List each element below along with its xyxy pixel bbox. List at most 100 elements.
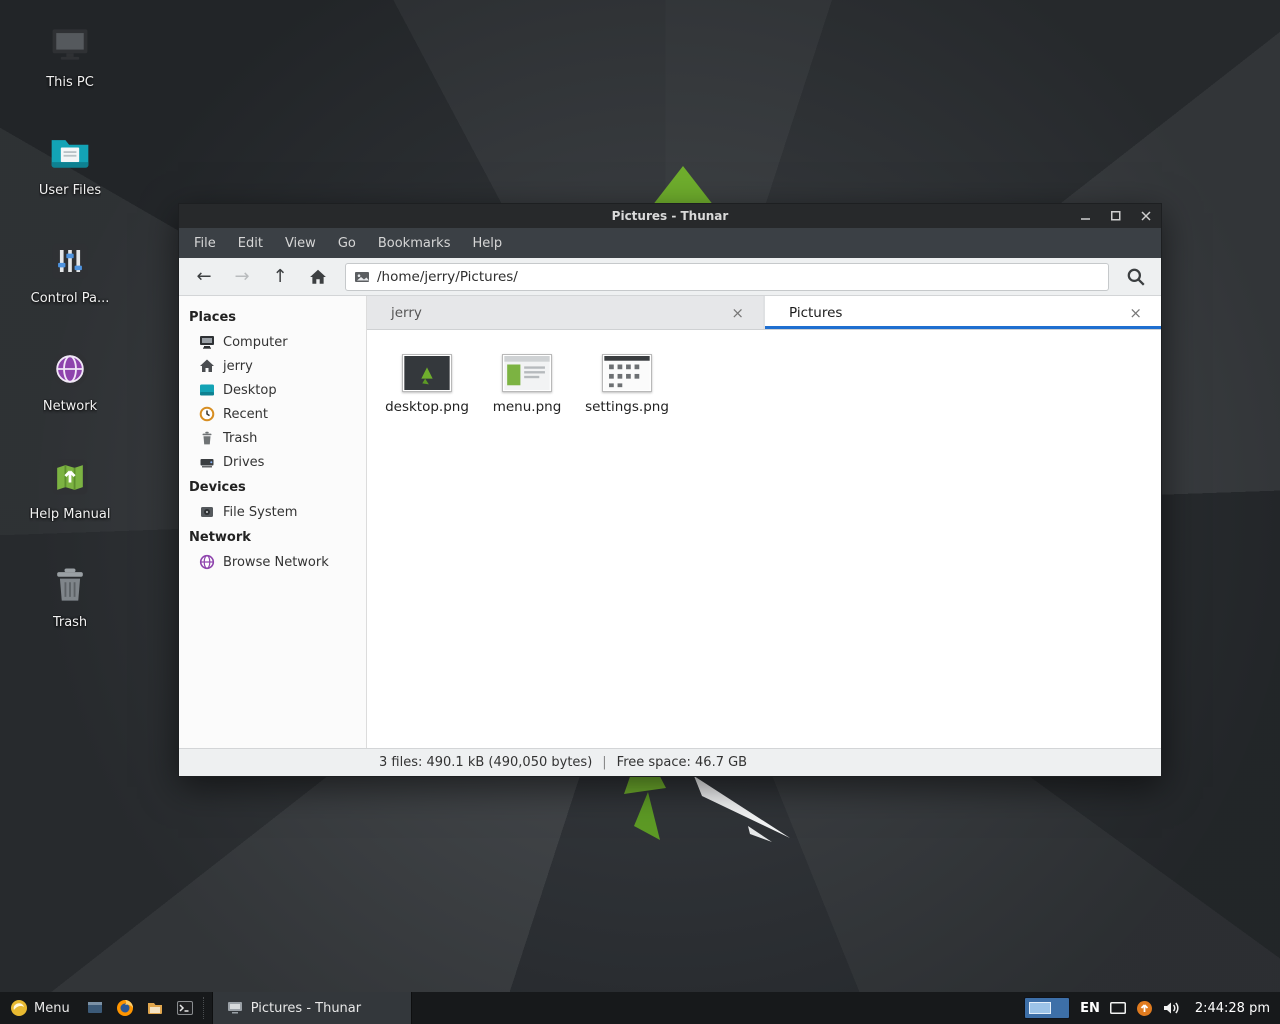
start-menu-button[interactable]: Menu (0, 992, 80, 1024)
back-button[interactable]: ← (187, 263, 221, 291)
minimize-button[interactable] (1071, 204, 1101, 228)
tab-pictures[interactable]: Pictures × (765, 296, 1161, 329)
tab-close-icon[interactable]: × (726, 302, 749, 324)
status-separator: | (602, 755, 606, 770)
desktop-icon-user-files[interactable]: User Files (18, 130, 122, 198)
taskbar: Menu Pictures - Thunar EN 2:44:28 pm (0, 992, 1280, 1024)
window-controls (1071, 204, 1161, 228)
window-icon (86, 999, 104, 1017)
computer-icon (199, 334, 215, 350)
drive-icon (199, 504, 215, 520)
browser-launcher[interactable] (110, 992, 140, 1024)
menu-file[interactable]: File (183, 230, 227, 257)
menu-help[interactable]: Help (461, 230, 513, 257)
sidebar-item-label: Drives (223, 455, 264, 470)
file-desktop-png[interactable]: desktop.png (377, 348, 477, 421)
terminal-launcher[interactable] (170, 992, 200, 1024)
menu-edit[interactable]: Edit (227, 230, 274, 257)
sidebar-item-browse-network[interactable]: Browse Network (179, 550, 366, 574)
globe-icon (47, 346, 93, 392)
desktop-icon-label: This PC (46, 75, 94, 90)
tab-label: jerry (391, 305, 422, 321)
forward-button[interactable]: → (225, 263, 259, 291)
menu-view[interactable]: View (274, 230, 327, 257)
sidebar-item-drives[interactable]: Drives (179, 450, 366, 474)
image-file-icon (354, 269, 370, 285)
path-input[interactable]: /home/jerry/Pictures/ (345, 263, 1109, 291)
menubar: File Edit View Go Bookmarks Help (179, 228, 1161, 258)
sidebar-item-home[interactable]: jerry (179, 354, 366, 378)
home-button[interactable] (301, 263, 335, 291)
sidebar-item-recent[interactable]: Recent (179, 402, 366, 426)
display-tray-icon[interactable] (1110, 1002, 1126, 1014)
globe-icon (199, 554, 215, 570)
file-view: jerry × Pictures × desktop.png (367, 296, 1161, 748)
update-notifier-icon[interactable] (1136, 1000, 1153, 1017)
system-tray: EN 2:44:28 pm (1024, 992, 1280, 1024)
sidebar-item-label: Browse Network (223, 555, 329, 570)
file-settings-png[interactable]: settings.png (577, 348, 677, 421)
tab-jerry[interactable]: jerry × (367, 296, 763, 329)
pager-window (1029, 1002, 1051, 1014)
sidebar-item-label: Trash (223, 431, 257, 446)
desktop-icon-control-panel[interactable]: Control Pa... (18, 238, 122, 306)
desktop-icon-column: This PC User Files Control Pa... Network… (18, 22, 122, 670)
folder-icon (146, 999, 164, 1017)
search-icon (1126, 267, 1146, 287)
up-button[interactable]: ↑ (263, 263, 297, 291)
file-thumbnail (602, 354, 652, 392)
search-button[interactable] (1119, 263, 1153, 291)
sidebar-item-label: File System (223, 505, 297, 520)
map-icon (47, 454, 93, 500)
wallpaper-logo-triangle (652, 166, 714, 206)
sidebar-item-trash[interactable]: Trash (179, 426, 366, 450)
this-pc-icon (47, 22, 93, 68)
taskbar-separator (203, 997, 209, 1019)
tab-close-icon[interactable]: × (1124, 302, 1147, 324)
keyboard-layout-indicator[interactable]: EN (1080, 1001, 1100, 1016)
desktop-icon-help-manual[interactable]: Help Manual (18, 454, 122, 522)
sidebar-item-desktop[interactable]: Desktop (179, 378, 366, 402)
window-title: Pictures - Thunar (179, 209, 1161, 223)
desktop-icon-network[interactable]: Network (18, 346, 122, 414)
sliders-icon (47, 238, 93, 284)
sidebar-item-file-system[interactable]: File System (179, 500, 366, 524)
desktop-icon-label: Trash (53, 615, 87, 630)
sidebar: Places Computer jerry Desktop Recent Tra… (179, 296, 367, 748)
show-desktop-launcher[interactable] (80, 992, 110, 1024)
start-menu-label: Menu (34, 1001, 70, 1016)
desktop-icon-trash[interactable]: Trash (18, 562, 122, 630)
menu-go[interactable]: Go (327, 230, 367, 257)
menu-bookmarks[interactable]: Bookmarks (367, 230, 462, 257)
file-thumbnail (502, 354, 552, 392)
workspace-pager[interactable] (1024, 997, 1070, 1019)
file-manager-launcher[interactable] (140, 992, 170, 1024)
home-icon (199, 358, 215, 374)
desktop-icon-this-pc[interactable]: This PC (18, 22, 122, 90)
sidebar-item-computer[interactable]: Computer (179, 330, 366, 354)
taskbar-clock[interactable]: 2:44:28 pm (1191, 1001, 1270, 1016)
recent-clock-icon (199, 406, 215, 422)
volume-icon[interactable] (1163, 1000, 1181, 1016)
sidebar-item-label: jerry (223, 359, 253, 374)
close-button[interactable] (1131, 204, 1161, 228)
toolbar: ← → ↑ /home/jerry/Pictures/ (179, 258, 1161, 296)
file-name: desktop.png (385, 399, 469, 415)
file-name: menu.png (493, 399, 562, 415)
thunar-task-icon (227, 1000, 243, 1016)
desktop-icon-label: User Files (39, 183, 101, 198)
desktop-icon-label: Help Manual (29, 507, 110, 522)
terminal-icon (176, 999, 194, 1017)
menu-logo-icon (10, 999, 28, 1017)
files-pane[interactable]: desktop.png menu.png settings.png (367, 330, 1161, 748)
drive-icon (199, 454, 215, 470)
firefox-icon (116, 999, 134, 1017)
file-menu-png[interactable]: menu.png (477, 348, 577, 421)
thunar-window: Pictures - Thunar File Edit View Go Book… (178, 203, 1162, 777)
maximize-button[interactable] (1101, 204, 1131, 228)
status-files-text: 3 files: 490.1 kB (490,050 bytes) (379, 755, 592, 770)
statusbar: 3 files: 490.1 kB (490,050 bytes) | Free… (179, 748, 1161, 776)
taskbar-task-thunar[interactable]: Pictures - Thunar (212, 992, 412, 1024)
tabbar: jerry × Pictures × (367, 296, 1161, 330)
titlebar[interactable]: Pictures - Thunar (179, 204, 1161, 228)
